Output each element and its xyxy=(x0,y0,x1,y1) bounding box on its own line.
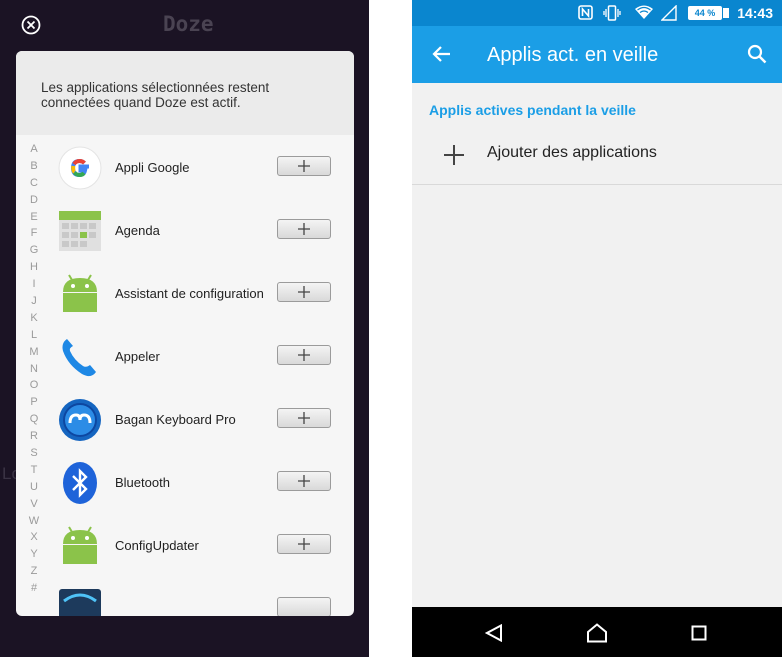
app-name: Appeler xyxy=(115,349,160,364)
plus-icon xyxy=(298,412,310,424)
app-list-item[interactable]: Agenda xyxy=(56,204,346,260)
alphabet-letter[interactable]: D xyxy=(16,192,52,209)
page-title: Applis act. en veille xyxy=(487,44,659,66)
alphabet-letter[interactable]: Y xyxy=(16,546,52,563)
app-list-item[interactable]: Appeler xyxy=(56,330,346,386)
plus-icon xyxy=(298,349,310,361)
alphabet-letter[interactable]: L xyxy=(16,327,52,344)
add-app-button[interactable] xyxy=(277,534,331,554)
app-name: ConfigUpdater xyxy=(115,538,199,553)
alphabet-letter[interactable]: W xyxy=(16,513,52,530)
alphabet-letter[interactable]: F xyxy=(16,225,52,242)
alphabet-index[interactable]: A B C D E F G H I J K L M N O P Q R S T U V W X Y Z # xyxy=(16,141,52,597)
app-list-item[interactable] xyxy=(56,582,346,616)
app-list-item[interactable]: Assistant de configuration xyxy=(56,267,346,323)
add-app-button[interactable] xyxy=(277,345,331,365)
alphabet-letter[interactable]: Z xyxy=(16,563,52,580)
alphabet-letter[interactable]: E xyxy=(16,209,52,226)
battery-indicator: 44 % xyxy=(688,6,722,20)
app-title: Doze xyxy=(163,12,214,36)
android-icon xyxy=(58,272,102,316)
app-name: Bagan Keyboard Pro xyxy=(115,412,236,427)
app-name: Appli Google xyxy=(115,160,190,175)
add-app-button[interactable] xyxy=(277,471,331,491)
alphabet-letter[interactable]: Q xyxy=(16,411,52,428)
app-selection-dialog: Les applications sélectionnées restent c… xyxy=(16,51,354,616)
add-applications-label: Ajouter des applications xyxy=(487,144,657,161)
alphabet-letter[interactable]: X xyxy=(16,529,52,546)
app-bar: Applis act. en veille xyxy=(412,26,782,83)
android-icon xyxy=(58,524,102,568)
app-icon xyxy=(58,587,102,616)
nav-recents-icon[interactable] xyxy=(691,625,707,641)
plus-icon xyxy=(298,286,310,298)
alphabet-letter[interactable]: T xyxy=(16,462,52,479)
alphabet-letter[interactable]: N xyxy=(16,361,52,378)
app-name: Agenda xyxy=(115,223,160,238)
add-app-button[interactable] xyxy=(277,597,331,616)
app-list-item[interactable]: ConfigUpdater xyxy=(56,519,346,575)
alphabet-letter[interactable]: H xyxy=(16,259,52,276)
clock: 14:43 xyxy=(737,5,773,21)
vibrate-icon xyxy=(603,5,621,21)
status-bar: 44 % 14:43 xyxy=(412,0,782,26)
add-app-button[interactable] xyxy=(277,282,331,302)
alphabet-letter[interactable]: U xyxy=(16,479,52,496)
app-list-item[interactable]: Appli Google xyxy=(56,141,346,197)
app-name: Bluetooth xyxy=(115,475,170,490)
alphabet-letter[interactable]: K xyxy=(16,310,52,327)
alphabet-letter[interactable]: C xyxy=(16,175,52,192)
navigation-bar xyxy=(412,607,782,657)
signal-icon xyxy=(661,5,677,21)
app-list-item[interactable]: Bagan Keyboard Pro xyxy=(56,393,346,449)
plus-icon xyxy=(298,223,310,235)
plus-icon xyxy=(298,475,310,487)
alphabet-letter[interactable]: V xyxy=(16,496,52,513)
add-app-button[interactable] xyxy=(277,408,331,428)
dialog-message: Les applications sélectionnées restent c… xyxy=(41,80,270,110)
alphabet-letter[interactable]: M xyxy=(16,344,52,361)
charging-icon xyxy=(723,8,729,18)
search-icon[interactable] xyxy=(747,44,767,64)
plus-icon xyxy=(298,160,310,172)
add-app-button[interactable] xyxy=(277,156,331,176)
dialog-header: Les applications sélectionnées restent c… xyxy=(16,51,354,135)
settings-screen: 44 % 14:43 Applis act. en veille Applis … xyxy=(412,0,782,657)
back-arrow-icon[interactable] xyxy=(431,45,451,63)
section-header: Applis actives pendant la veille xyxy=(429,102,636,118)
alphabet-letter[interactable]: O xyxy=(16,377,52,394)
screenshot: Lo os Doze Les applications sélectionnée… xyxy=(0,0,782,657)
bluetooth-icon xyxy=(58,461,102,505)
wifi-icon xyxy=(635,5,653,19)
nav-home-icon[interactable] xyxy=(586,623,608,643)
alphabet-letter[interactable]: J xyxy=(16,293,52,310)
phone-icon xyxy=(58,335,102,379)
calendar-icon xyxy=(58,209,102,253)
plus-icon xyxy=(298,538,310,550)
app-list-item[interactable]: Bluetooth xyxy=(56,456,346,512)
add-app-button[interactable] xyxy=(277,219,331,239)
content-area: Applis actives pendant la veille Ajouter… xyxy=(412,83,782,607)
doze-screen: Lo os Doze Les applications sélectionnée… xyxy=(0,0,369,657)
alphabet-letter[interactable]: B xyxy=(16,158,52,175)
alphabet-letter[interactable]: A xyxy=(16,141,52,158)
alphabet-letter[interactable]: S xyxy=(16,445,52,462)
alphabet-letter[interactable]: P xyxy=(16,394,52,411)
keyboard-app-icon xyxy=(58,398,102,442)
google-icon xyxy=(58,146,102,190)
alphabet-letter[interactable]: R xyxy=(16,428,52,445)
nav-back-icon[interactable] xyxy=(485,624,503,642)
add-applications-item[interactable]: Ajouter des applications xyxy=(412,127,782,185)
close-icon[interactable] xyxy=(21,15,41,35)
alphabet-letter[interactable]: # xyxy=(16,580,52,597)
app-name: Assistant de configuration xyxy=(115,286,264,301)
alphabet-letter[interactable]: I xyxy=(16,276,52,293)
alphabet-letter[interactable]: G xyxy=(16,242,52,259)
plus-icon xyxy=(444,145,464,165)
nfc-icon xyxy=(578,5,593,20)
